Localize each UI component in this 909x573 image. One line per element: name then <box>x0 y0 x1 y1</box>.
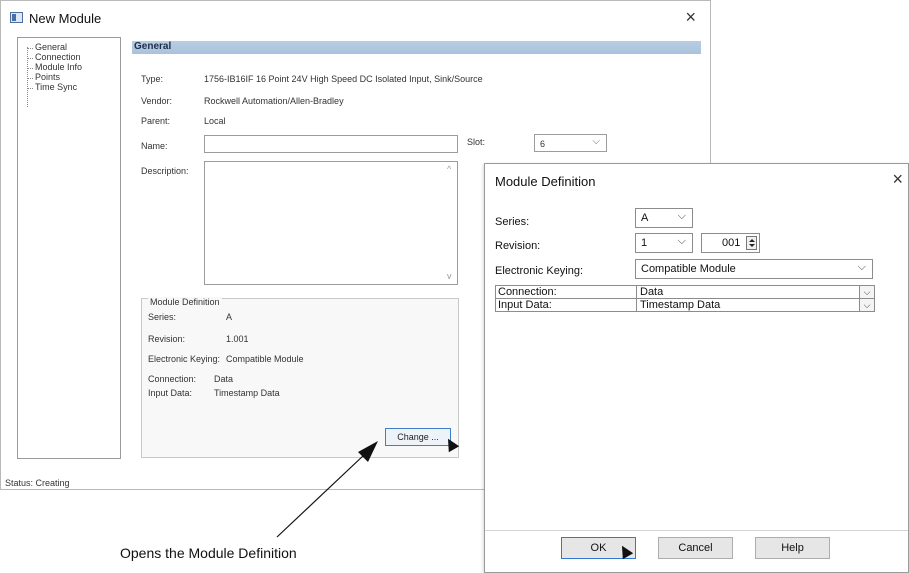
revision-minor-value: 001 <box>722 237 741 249</box>
series-value: A <box>641 212 649 224</box>
revision-minor-spinner[interactable]: 001 <box>701 233 760 253</box>
spinner-arrows-icon[interactable] <box>746 236 757 250</box>
keying-select[interactable]: Compatible Module ⌵ <box>635 259 873 279</box>
caption: Opens the Module Definition <box>120 545 297 561</box>
chevron-down-icon: ⌵ <box>677 210 686 222</box>
keying-value: Compatible Module <box>641 263 736 275</box>
revision-major-select[interactable]: 1 ⌵ <box>635 233 693 253</box>
table-row[interactable]: Input Data: Timestamp Data ⌵ <box>495 298 875 312</box>
keying-label: Electronic Keying: <box>495 265 584 277</box>
revision-major-value: 1 <box>641 237 648 249</box>
close-button[interactable]: × <box>892 169 903 190</box>
help-button[interactable]: Help <box>755 537 830 559</box>
row-label: Input Data: <box>498 299 552 311</box>
series-label: Series: <box>495 216 530 228</box>
cancel-button[interactable]: Cancel <box>658 537 733 559</box>
chevron-down-icon: ⌵ <box>857 261 866 273</box>
row-value: Timestamp Data <box>640 299 721 311</box>
table-row[interactable]: Connection: Data ⌵ <box>495 285 875 299</box>
footer-divider <box>485 530 908 531</box>
series-select[interactable]: A ⌵ <box>635 208 693 228</box>
dropdown-arrow-icon[interactable]: ⌵ <box>859 299 874 311</box>
row-value: Data <box>640 286 664 298</box>
dropdown-arrow-icon[interactable]: ⌵ <box>859 286 874 298</box>
module-definition-dialog: Module Definition × Series: A ⌵ Revision… <box>484 163 909 573</box>
row-label: Connection: <box>498 286 557 298</box>
dialog-title: Module Definition <box>495 174 596 189</box>
revision-label: Revision: <box>495 240 541 252</box>
chevron-down-icon: ⌵ <box>677 235 686 247</box>
